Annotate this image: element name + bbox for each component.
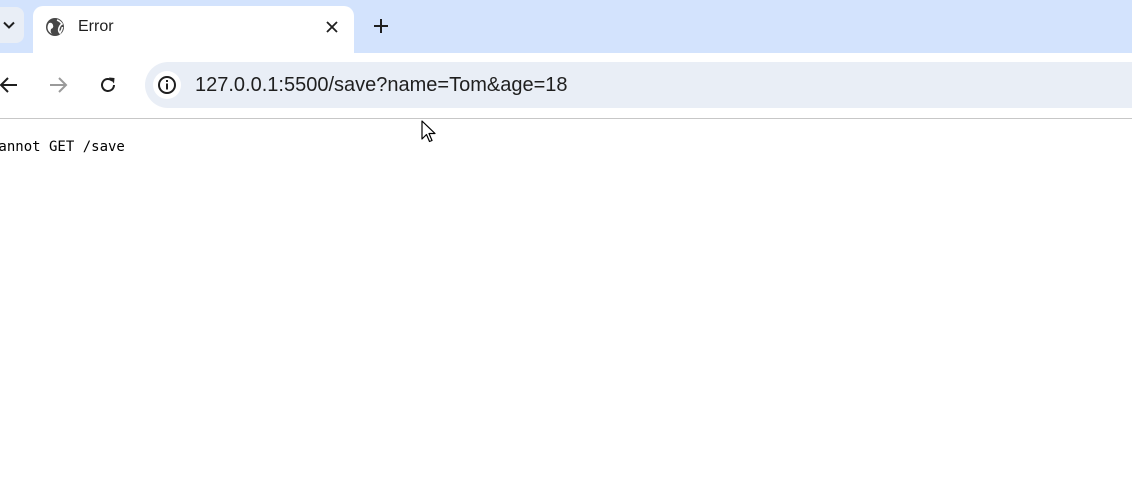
tab-strip: Error bbox=[0, 0, 1132, 53]
tab-error[interactable]: Error bbox=[33, 6, 354, 53]
site-info-button[interactable] bbox=[153, 71, 181, 99]
info-icon bbox=[158, 76, 176, 94]
reload-icon bbox=[101, 77, 115, 92]
back-button[interactable] bbox=[0, 72, 22, 98]
toolbar: 127.0.0.1:5500/save?name=Tom&age=18 bbox=[0, 53, 1132, 119]
close-icon bbox=[326, 21, 338, 33]
arrow-right-icon bbox=[50, 77, 68, 93]
forward-button[interactable] bbox=[45, 72, 71, 98]
globe-icon bbox=[46, 18, 64, 36]
address-bar[interactable]: 127.0.0.1:5500/save?name=Tom&age=18 bbox=[145, 62, 1132, 108]
chevron-down-icon bbox=[3, 21, 15, 29]
error-message: Cannot GET /save bbox=[0, 139, 125, 155]
mouse-cursor-icon bbox=[421, 120, 436, 143]
tab-search-button[interactable] bbox=[0, 7, 24, 43]
page-content: Cannot GET /save bbox=[0, 119, 1132, 492]
tab-close-button[interactable] bbox=[321, 16, 343, 38]
url-text[interactable]: 127.0.0.1:5500/save?name=Tom&age=18 bbox=[195, 74, 568, 96]
tab-title: Error bbox=[78, 18, 114, 35]
new-tab-button[interactable] bbox=[369, 14, 393, 38]
plus-icon bbox=[374, 19, 388, 33]
reload-button[interactable] bbox=[95, 72, 121, 98]
arrow-left-icon bbox=[0, 77, 17, 93]
